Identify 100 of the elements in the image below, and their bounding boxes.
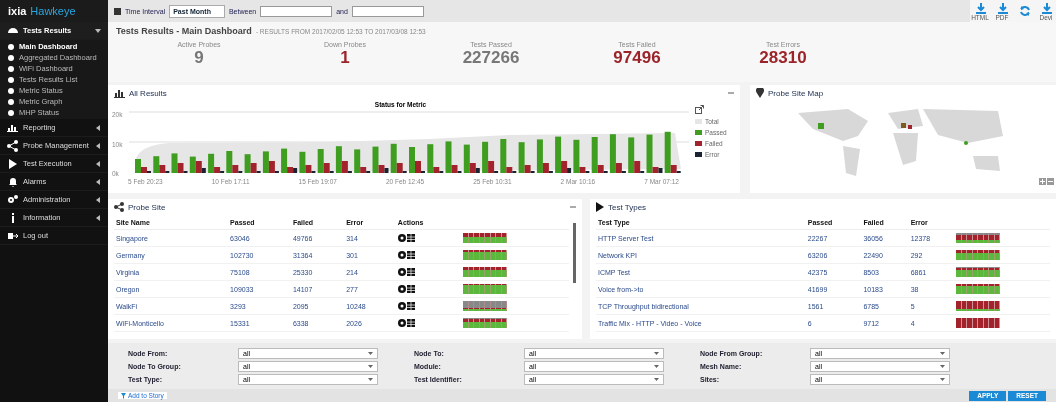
passed-bar — [555, 136, 562, 173]
export-icon — [695, 105, 704, 114]
failed-bar — [415, 161, 421, 173]
passed-bar — [609, 134, 616, 173]
failed-bar — [597, 165, 604, 173]
table-icon — [406, 234, 415, 243]
table-icon — [406, 285, 415, 294]
status-history-strip — [463, 318, 508, 328]
brand-logo: ixia — [8, 5, 27, 17]
failed-bar — [195, 161, 202, 173]
failed-bar — [579, 167, 586, 173]
filter-icon — [121, 392, 126, 399]
failed-bar — [177, 163, 184, 173]
bullet-icon — [8, 43, 14, 50]
error-bar — [293, 168, 298, 173]
status-history-strip — [956, 284, 1001, 294]
caret-icon — [95, 142, 101, 149]
panel-title: Probe Site Map — [768, 88, 824, 98]
passed-bar — [591, 137, 598, 173]
passed-bar — [664, 131, 671, 173]
passed-bar — [427, 144, 434, 173]
failed-bar — [670, 165, 677, 173]
status-history-strip — [463, 267, 508, 277]
failed-bar — [268, 161, 275, 173]
failed-bar — [615, 163, 622, 173]
passed-bar — [262, 151, 269, 173]
stat-value: 97496 — [612, 48, 662, 68]
passed-bar — [536, 139, 543, 173]
error-bar — [567, 168, 572, 173]
passed-bar — [153, 156, 160, 173]
passed-bar — [445, 141, 452, 173]
download-icon — [1040, 1, 1052, 14]
failed-bar — [159, 165, 166, 173]
play-icon — [7, 157, 18, 170]
failed-bar — [634, 161, 641, 173]
page-title: Tests Results - Main Dashboard — [116, 26, 252, 36]
zoom-in-icon — [1039, 178, 1046, 185]
status-history-strip — [463, 250, 508, 260]
bullet-icon — [8, 65, 14, 72]
bullet-icon — [8, 54, 14, 61]
share-icon — [7, 139, 18, 152]
passed-bar — [189, 156, 196, 173]
passed-bar — [518, 142, 525, 173]
caret-icon — [95, 160, 101, 167]
caret-icon — [940, 364, 945, 368]
bullet-icon — [8, 98, 14, 105]
failed-bar — [652, 167, 659, 173]
caret-icon — [95, 178, 101, 185]
error-bar — [384, 168, 389, 173]
gears-icon — [7, 193, 18, 206]
failed-bar — [524, 165, 531, 173]
status-history-strip — [463, 301, 508, 311]
bullet-icon — [8, 109, 14, 116]
passed-bar — [390, 143, 397, 173]
failed-bar — [488, 161, 495, 173]
failed-bar — [141, 167, 147, 173]
passed-bar — [208, 153, 215, 173]
failed-bar — [232, 165, 239, 173]
passed-bar — [317, 149, 324, 173]
stat-value: 227266 — [461, 48, 521, 68]
error-bar — [658, 168, 663, 173]
caret-icon — [95, 27, 101, 34]
panel-title: Test Types — [608, 202, 647, 212]
error-bar — [201, 168, 206, 173]
caret-icon — [654, 377, 659, 381]
stat-value: 28310 — [758, 48, 808, 68]
caret-icon — [95, 214, 101, 221]
start-date-field[interactable] — [260, 5, 333, 17]
scrollbar[interactable] — [573, 223, 576, 283]
end-date-field[interactable] — [351, 5, 424, 17]
passed-bar — [482, 141, 489, 173]
stat-value: 1 — [339, 48, 351, 68]
failed-bar — [542, 163, 549, 173]
caret-icon — [95, 196, 101, 203]
table-icon — [406, 302, 415, 311]
passed-bar — [299, 151, 306, 173]
failed-bar — [378, 165, 385, 173]
passed-bar — [244, 154, 251, 173]
failed-bar — [341, 161, 348, 173]
status-history-strip — [956, 267, 1001, 277]
passed-bar — [226, 151, 233, 173]
map-pin-icon — [756, 88, 764, 98]
stat-value: 9 — [193, 48, 205, 68]
failed-bar — [360, 167, 367, 173]
status-history-strip — [463, 284, 508, 294]
passed-bar — [135, 159, 141, 173]
play-icon — [596, 202, 604, 212]
passed-bar — [354, 149, 361, 173]
caret-icon — [654, 364, 659, 368]
status-history-strip — [956, 233, 1001, 243]
caret-icon — [368, 364, 373, 368]
failed-bar — [305, 165, 312, 173]
passed-bar — [500, 139, 507, 173]
bullet-icon — [8, 87, 14, 94]
bullet-icon — [8, 76, 14, 83]
bell-icon — [7, 175, 18, 188]
failed-bar — [214, 167, 221, 173]
passed-bar — [409, 147, 415, 173]
caret-icon — [940, 351, 945, 355]
passed-bar — [335, 146, 342, 173]
